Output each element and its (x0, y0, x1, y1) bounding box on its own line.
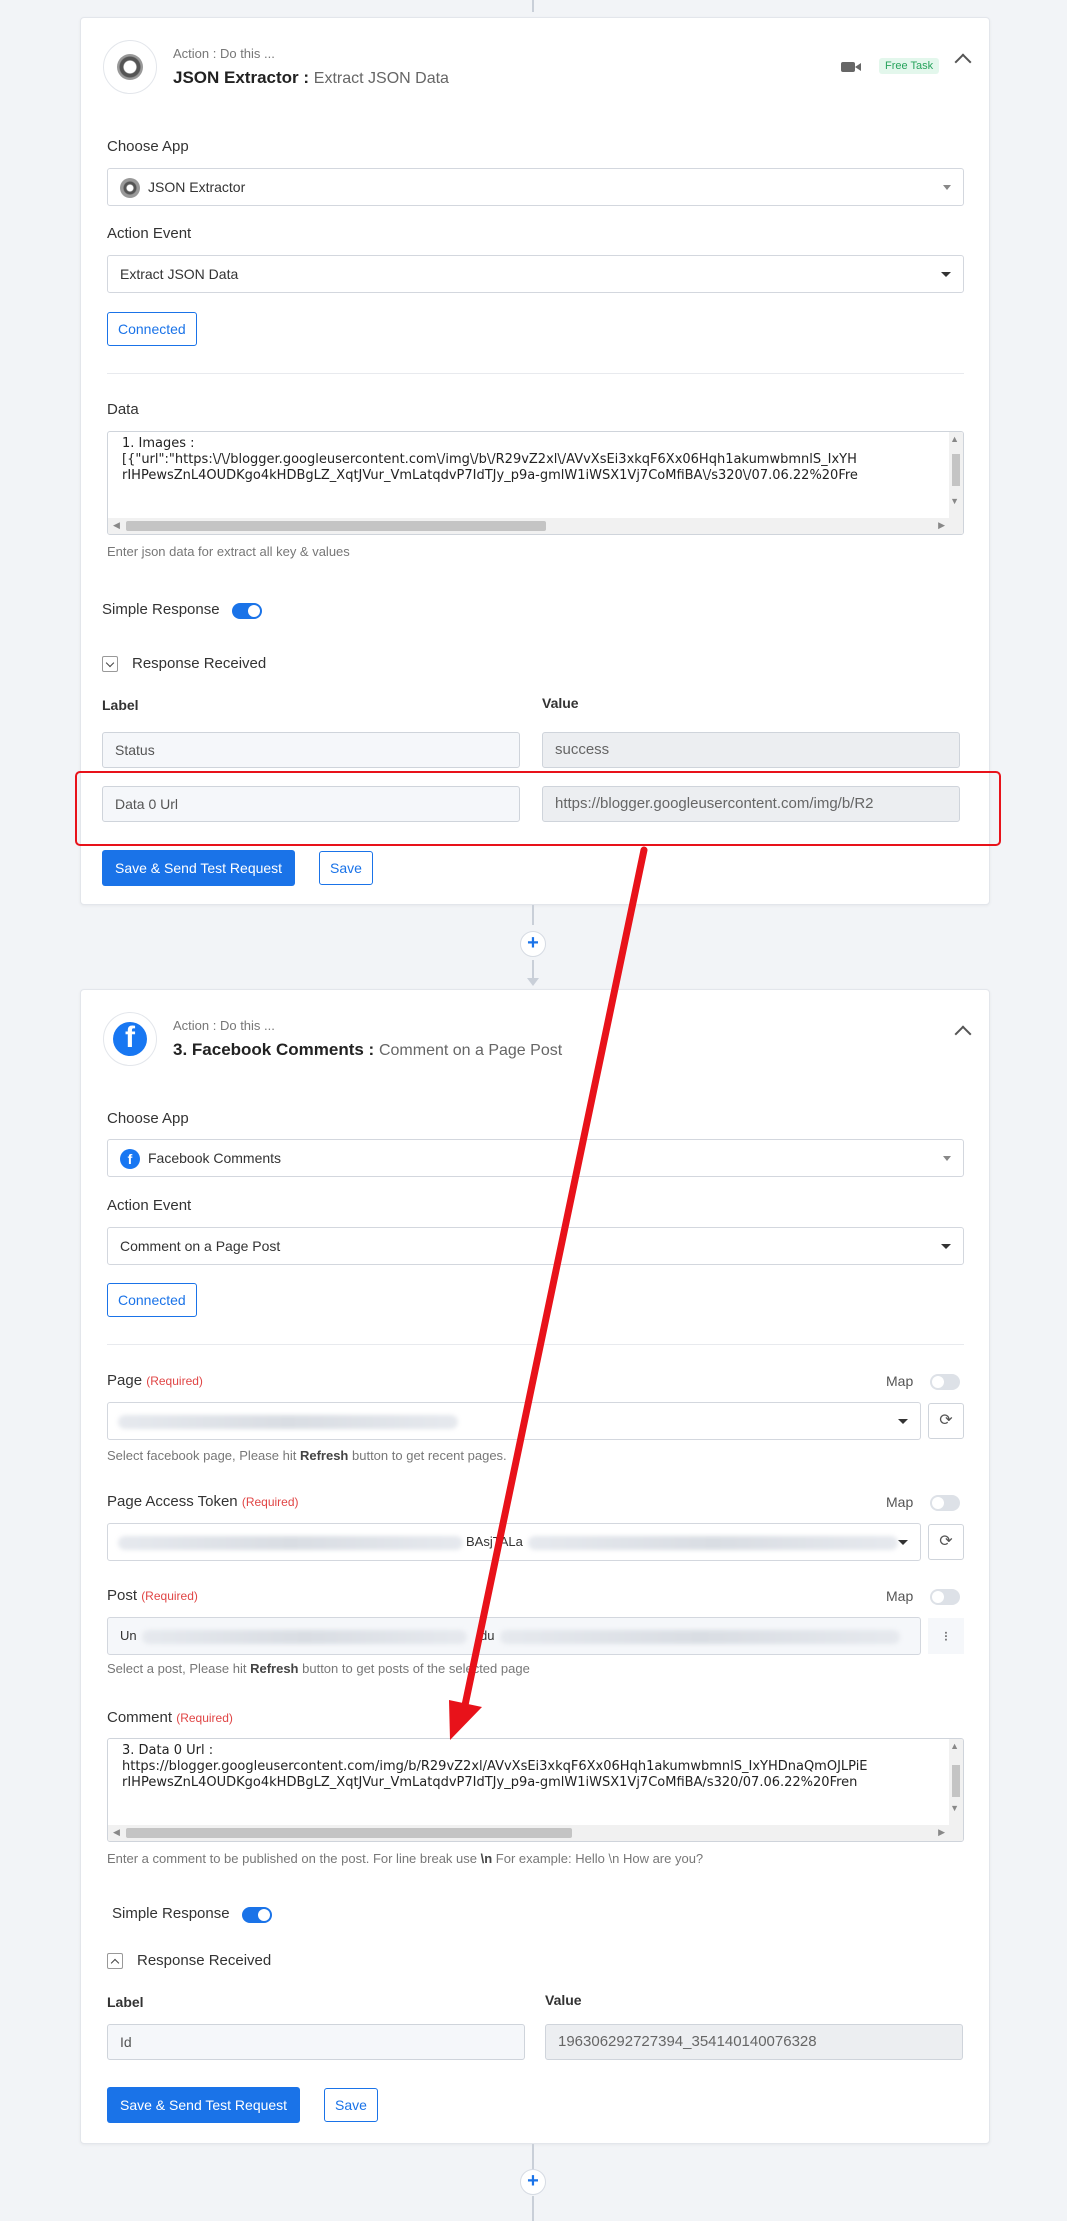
annotation-arrow (449, 846, 648, 1740)
